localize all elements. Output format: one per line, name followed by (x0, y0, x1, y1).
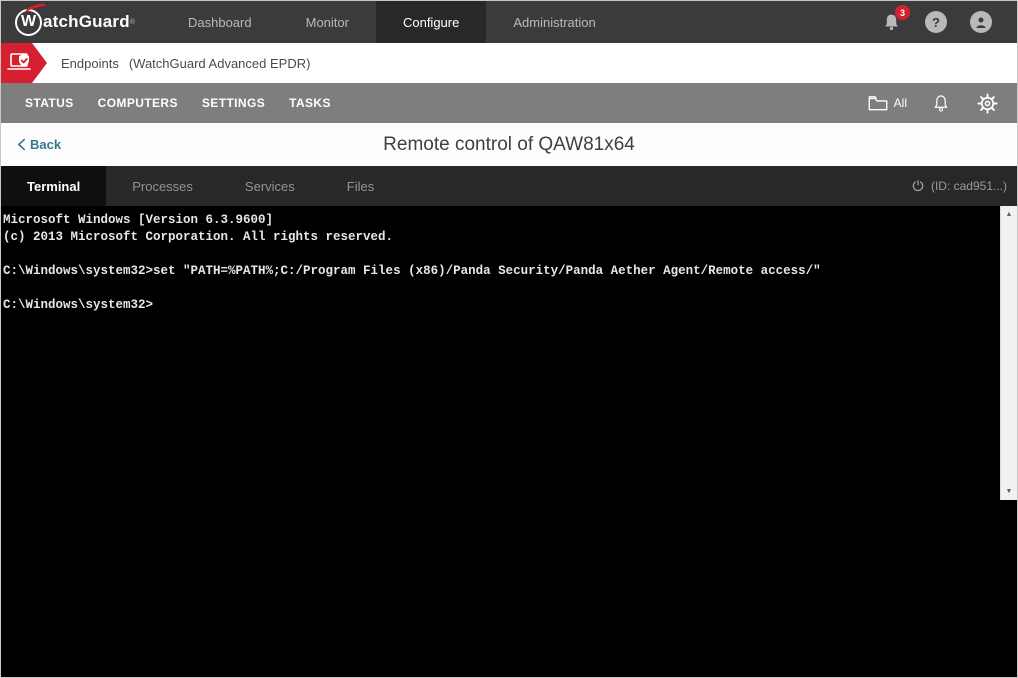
session-info: (ID: cad951...) (911, 166, 1017, 206)
scroll-up-icon[interactable]: ▲ (1001, 206, 1017, 223)
breadcrumb-product: Endpoints (61, 56, 119, 71)
menu-item-settings[interactable]: SETTINGS (190, 96, 277, 110)
notification-badge: 3 (895, 5, 910, 20)
titlebar: Back Remote control of QAW81x64 (1, 123, 1017, 166)
top-navigation: W atchGuard ® Dashboard Monitor Configur… (1, 1, 1017, 43)
bell-outline-icon (932, 93, 950, 114)
group-filter-button[interactable]: All (868, 95, 907, 111)
tab-services[interactable]: Services (219, 166, 321, 206)
folder-icon (868, 95, 888, 111)
brand-trademark: ® (130, 19, 135, 26)
menubar-actions: All (868, 91, 999, 115)
terminal-console[interactable]: Microsoft Windows [Version 6.3.9600] (c)… (1, 206, 1017, 677)
question-icon: ? (925, 11, 947, 33)
watchguard-logo[interactable]: W atchGuard ® (1, 1, 153, 43)
topnav-actions: 3 ? (879, 1, 1017, 43)
group-filter-label: All (894, 96, 907, 110)
scroll-down-icon[interactable]: ▼ (1001, 483, 1017, 500)
chevron-left-icon (17, 138, 26, 151)
menu-item-tasks[interactable]: TASKS (277, 96, 343, 110)
breadcrumb: Endpoints (WatchGuard Advanced EPDR) (61, 56, 310, 71)
gear-icon (976, 92, 999, 115)
terminal-output[interactable]: Microsoft Windows [Version 6.3.9600] (c)… (1, 206, 1017, 314)
person-icon (970, 11, 992, 33)
endpoint-settings-button[interactable] (975, 91, 999, 115)
help-button[interactable]: ? (924, 10, 948, 34)
main-nav: Dashboard Monitor Configure Administrati… (161, 1, 623, 43)
back-button[interactable]: Back (17, 137, 61, 152)
breadcrumb-suffix: (WatchGuard Advanced EPDR) (129, 56, 311, 71)
menu-item-status[interactable]: STATUS (13, 96, 86, 110)
watchguard-cloud-console: W atchGuard ® Dashboard Monitor Configur… (0, 0, 1018, 678)
remote-control-tabs: Terminal Processes Services Files (ID: c… (1, 166, 1017, 206)
nav-item-monitor[interactable]: Monitor (279, 1, 376, 43)
section-menubar: STATUS COMPUTERS SETTINGS TASKS All (1, 83, 1017, 123)
tab-processes[interactable]: Processes (106, 166, 219, 206)
tab-terminal[interactable]: Terminal (1, 166, 106, 206)
notifications-button[interactable]: 3 (879, 10, 903, 34)
nav-item-dashboard[interactable]: Dashboard (161, 1, 279, 43)
account-button[interactable] (969, 10, 993, 34)
terminal-scrollbar[interactable]: ▲ ▼ (1000, 206, 1017, 500)
product-bar: Endpoints (WatchGuard Advanced EPDR) (1, 43, 1017, 83)
back-label: Back (30, 137, 61, 152)
brand-name: atchGuard (43, 12, 130, 32)
tab-files[interactable]: Files (321, 166, 400, 206)
session-id-label: (ID: cad951...) (931, 179, 1007, 193)
alerts-button[interactable] (929, 91, 953, 115)
page-title: Remote control of QAW81x64 (1, 134, 1017, 156)
nav-item-administration[interactable]: Administration (486, 1, 622, 43)
nav-item-configure[interactable]: Configure (376, 1, 486, 43)
endpoints-pennant (1, 43, 47, 83)
power-icon (911, 179, 925, 193)
menu-item-computers[interactable]: COMPUTERS (86, 96, 190, 110)
